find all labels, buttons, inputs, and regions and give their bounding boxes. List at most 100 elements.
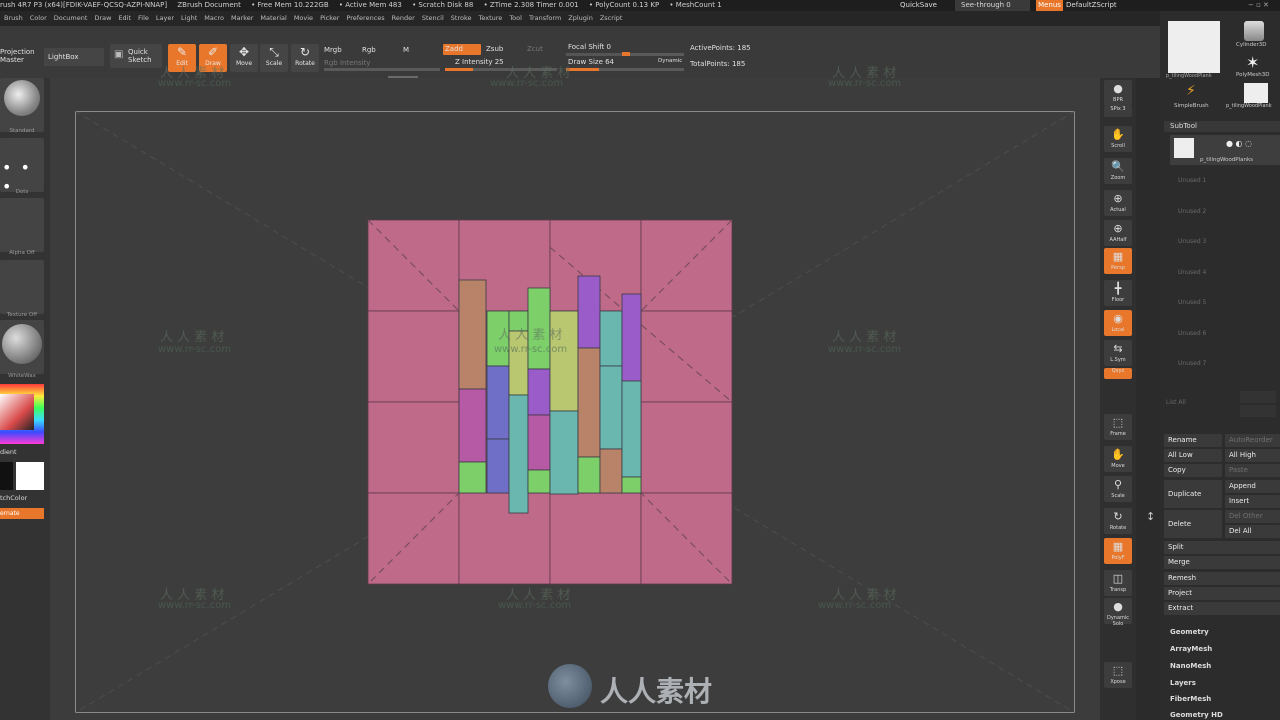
nanomesh-menu[interactable]: NanoMesh [1170,662,1211,670]
wood-plank-3-3[interactable] [527,469,551,494]
qxyz-button[interactable]: Qxyz [1104,368,1132,379]
fibermesh-menu[interactable]: FiberMesh [1170,695,1211,703]
tool-thumbnail-active[interactable] [1168,21,1220,73]
local-button[interactable]: ◉ Local [1104,310,1132,336]
subtool-header[interactable]: SubTool [1164,121,1280,132]
watermark-url: www.rr-sc.com [158,78,232,89]
wood-plank-6-0[interactable] [599,310,623,367]
xpose-button[interactable]: ⬚ Xpose [1104,662,1132,688]
polyf-button[interactable]: ▦ PolyF [1104,538,1132,564]
wood-plank-0-0[interactable] [458,279,487,390]
wood-plank-1-2[interactable] [486,438,510,494]
subtool-slot-6[interactable]: Unused 6 [1178,330,1206,337]
subtool-slot-5[interactable]: Unused 5 [1178,299,1206,306]
del-all-button[interactable]: Del All [1225,525,1280,538]
zoom-button[interactable]: 🔍 Zoom [1104,158,1132,184]
rename-button[interactable]: Rename [1164,434,1222,447]
layers-menu[interactable]: Layers [1170,679,1196,687]
base-plane-quad[interactable] [367,310,460,403]
split-button[interactable]: Split [1164,541,1280,554]
tool-thumbnail-2[interactable] [1244,83,1268,103]
scale-button[interactable]: ⚲ Scale [1104,476,1132,502]
dynamic-solo-icon: ● [1113,600,1123,613]
polyf-label: PolyF [1111,555,1125,561]
dynamic-solo-button[interactable]: ● Dynamic Solo [1104,598,1132,627]
subtool-slot-1[interactable]: Unused 1 [1178,177,1206,184]
wood-plank-3-2[interactable] [527,414,551,471]
tool-label-4: p_tilingWoodPlank [1226,103,1272,109]
bpr-button[interactable]: ● BPR [1104,80,1132,106]
transp-button[interactable]: ◫ Transp [1104,570,1132,596]
wood-plank-2-2[interactable] [508,394,529,514]
cylinder-icon[interactable] [1244,21,1264,41]
l-sym-label: L.Sym [1110,357,1126,363]
wood-plank-7-1[interactable] [621,380,642,478]
arraymesh-menu[interactable]: ArrayMesh [1170,645,1212,653]
subtool-active-row[interactable]: ● ◐ ◌ p_tilingWoodPlanks [1170,135,1280,165]
append-button[interactable]: Append [1225,480,1280,493]
wood-plank-4-1[interactable] [549,410,579,495]
project-button[interactable]: Project [1164,587,1280,600]
del-other-button[interactable]: Del Other [1225,510,1280,523]
simple-brush-icon[interactable]: ⚡ [1186,83,1196,99]
base-plane-quad[interactable] [640,401,733,494]
subtool-arrow-up[interactable] [1240,391,1276,403]
paste-button[interactable]: Paste [1225,464,1280,477]
remesh-button[interactable]: Remesh [1164,572,1280,585]
window-controls[interactable]: − ▫ ✕ [1248,0,1269,11]
wood-plank-5-2[interactable] [577,456,601,494]
l-sym-button[interactable]: ⇆ L.Sym [1104,340,1132,366]
move-button[interactable]: ✋ Move [1104,446,1132,472]
watermark-url: www.rr-sc.com [490,78,564,89]
wood-plank-5-1[interactable] [577,347,601,458]
subtool-slot-3[interactable]: Unused 3 [1178,238,1206,245]
polymesh-star-icon[interactable]: ✶ [1246,53,1259,72]
wood-plank-6-2[interactable] [599,448,623,494]
all-high-button[interactable]: All High [1225,449,1280,462]
scroll-button[interactable]: ✋ Scroll [1104,126,1132,152]
insert-button[interactable]: Insert [1225,495,1280,508]
wood-plank-3-1[interactable] [527,368,551,416]
subtool-slot-4[interactable]: Unused 4 [1178,269,1206,276]
all-low-button[interactable]: All Low [1164,449,1222,462]
wood-plank-0-1[interactable] [458,388,487,463]
wood-plank-0-2[interactable] [458,461,487,494]
base-plane-quad[interactable] [458,492,551,585]
scale-icon: ⚲ [1113,478,1123,491]
visibility-eye-icon[interactable]: ● ◐ ◌ [1226,139,1252,148]
subtool-arrow-down[interactable] [1240,405,1276,417]
floor-button[interactable]: ╋ Floor [1104,280,1132,306]
delete-button[interactable]: Delete [1164,510,1222,538]
base-plane-quad[interactable] [367,401,460,494]
aahalf-button[interactable]: ⊕ AAHalf [1104,220,1132,246]
wood-plank-6-1[interactable] [599,365,623,450]
wood-plank-mesh [367,219,733,585]
merge-button[interactable]: Merge [1164,556,1280,569]
subtool-slot-2[interactable]: Unused 2 [1178,208,1206,215]
rotate-button[interactable]: ↻ Rotate [1104,508,1132,534]
auto-reorder-button[interactable]: AutoReorder [1225,434,1280,447]
subtool-thumbnail [1174,138,1194,158]
extract-button[interactable]: Extract [1164,602,1280,615]
copy-button[interactable]: Copy [1164,464,1222,477]
persp-button[interactable]: ▦ Persp [1104,248,1132,274]
base-plane-quad[interactable] [640,310,733,403]
geometry-menu[interactable]: Geometry [1170,628,1209,636]
zoom-icon: 🔍 [1111,160,1125,173]
wood-plank-7-2[interactable] [621,476,642,494]
resize-handle-icon[interactable]: ↕ [1146,510,1155,523]
spix-3-button[interactable]: SPix 3 [1104,106,1132,117]
wood-plank-7-0[interactable] [621,293,642,382]
subtool-slot-7[interactable]: Unused 7 [1178,360,1206,367]
geometry-hd-menu[interactable]: Geometry HD [1170,712,1280,720]
list-all-button[interactable]: List All [1166,399,1186,406]
watermark-url: www.rr-sc.com [158,344,232,355]
wood-plank-5-0[interactable] [577,275,601,349]
duplicate-button[interactable]: Duplicate [1164,480,1222,508]
actual-button[interactable]: ⊕ Actual [1104,190,1132,216]
transp-label: Transp [1109,587,1127,593]
frame-button[interactable]: ⬚ Frame [1104,414,1132,440]
base-plane-quad[interactable] [549,492,642,585]
wood-plank-1-1[interactable] [486,365,510,440]
viewport-overlay[interactable] [0,0,1100,720]
